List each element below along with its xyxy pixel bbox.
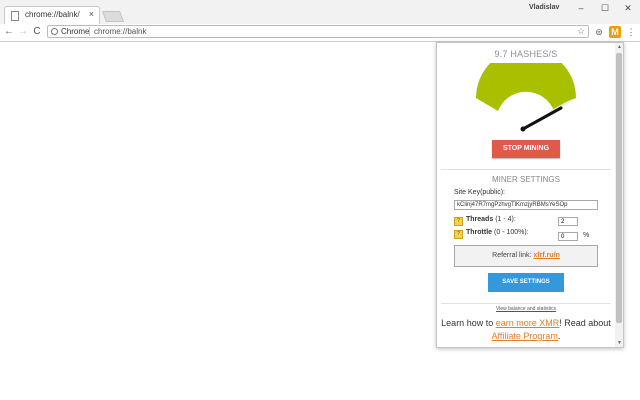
referral-label: Referral link: [492,252,532,259]
account-icon[interactable]: ⊜ [593,26,605,38]
gauge-needle [521,106,563,131]
threads-label: Threads (1 - 4): [466,216,516,223]
affiliate-program-link[interactable]: Affiliate Program [492,331,558,341]
miner-popup: 9.7 HASHES/S STOP MINING MINER SETTINGS … [436,42,624,348]
maximize-button[interactable]: ☐ [595,1,615,15]
back-button[interactable]: ← [2,25,16,39]
divider [441,169,611,170]
menu-icon[interactable]: ⋮ [625,26,637,38]
scrollbar-thumb[interactable] [616,53,622,323]
hashrate-display: 9.7 HASHES/S [494,49,558,59]
threads-input[interactable]: 2 [558,217,578,226]
learn-suffix: . [557,331,561,341]
learn-prefix: Learn how to [441,318,494,328]
close-window-button[interactable]: ✕ [618,1,638,15]
threads-label-bold: Threads [466,216,494,223]
tab-close-icon[interactable]: × [89,9,94,19]
title-bar: chrome://balnk/ × Vladislav – ☐ ✕ [0,0,640,24]
url-text[interactable]: chrome://balnk [94,27,146,36]
gauge-needle-base [520,126,526,132]
referral-box: Referral link: xfrf.ru/n [454,245,598,267]
hashrate-gauge [476,63,576,132]
stop-mining-button[interactable]: STOP MINING [492,140,560,158]
origin-separator [89,27,90,36]
throttle-input[interactable]: 0 [558,232,578,241]
divider [441,303,611,304]
tab-title: chrome://balnk/ [25,10,80,19]
learn-more-text: Learn how to earn more XMR! Read about A… [441,317,611,343]
referral-link[interactable]: xfrf.ru/n [533,252,559,259]
site-key-input[interactable]: kClinj47R7mgPzhvgTlKmzjyRBMsYeSOp [454,200,598,210]
origin-chip: Chrome [61,27,90,36]
tab-active[interactable]: chrome://balnk/ × [4,6,100,24]
throttle-label-bold: Throttle [466,229,493,236]
throttle-label: Throttle (0 - 100%): [466,229,529,236]
scrollbar[interactable]: ▲ ▼ [615,43,623,347]
percent-unit: % [583,232,590,239]
throttle-range: (0 - 100%): [494,229,529,236]
forward-button[interactable]: → [16,25,30,39]
reload-button[interactable]: C [30,25,44,39]
gauge-arc [476,63,576,111]
threads-help-icon[interactable]: ? [454,217,463,226]
threads-range: (1 - 4): [495,216,516,223]
settings-title: MINER SETTINGS [491,175,560,184]
throttle-help-icon[interactable]: ? [454,230,463,239]
save-settings-button[interactable]: SAVE SETTINGS [488,273,564,292]
browser-toolbar: ← → C Chrome chrome://balnk ☆ ⊜ M ⋮ [0,24,640,42]
site-key-label: Site Key(public): [454,189,505,196]
stats-link[interactable]: View balance and statistics [437,306,615,312]
star-icon[interactable]: ☆ [577,26,585,37]
new-tab-button[interactable] [101,11,125,22]
minimize-button[interactable]: – [571,1,591,15]
miner-extension-icon[interactable]: M [609,26,621,38]
scroll-down-icon[interactable]: ▼ [617,340,622,346]
earn-more-link[interactable]: earn more XMR [496,318,560,328]
profile-name[interactable]: Vladislav [529,4,559,11]
info-icon[interactable] [51,28,58,35]
address-bar[interactable]: Chrome chrome://balnk ☆ [47,25,589,38]
learn-middle: ! Read about [559,318,611,328]
page-icon [11,11,19,21]
scroll-up-icon[interactable]: ▲ [617,44,622,50]
